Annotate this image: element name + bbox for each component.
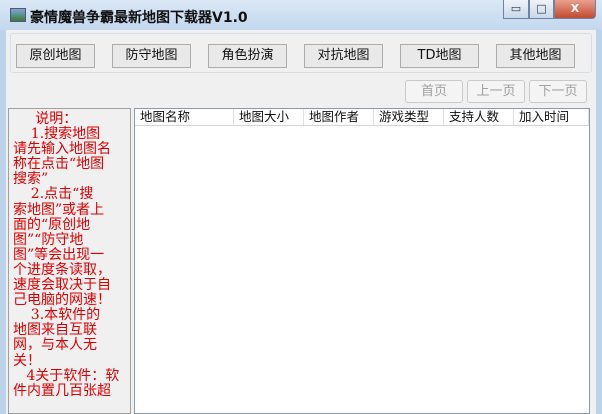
instruction-line: 个进度条读取， <box>13 261 111 278</box>
column-map-name[interactable]: 地图名称 <box>135 109 234 125</box>
instruction-line: 网，与本人无 <box>13 337 97 354</box>
instruction-line: 速度会取决于自 <box>13 277 111 294</box>
instruction-line: 图”等会出现一 <box>13 246 105 263</box>
instruction-line: 地图来自互联 <box>13 322 97 339</box>
instruction-line: 请先输入地图名 <box>13 141 111 158</box>
column-added-time[interactable]: 加入时间 <box>514 109 589 125</box>
category-rpg-button[interactable]: 角色扮演 <box>208 44 287 68</box>
column-players[interactable]: 支持人数 <box>444 109 514 125</box>
category-defense-button[interactable]: 防守地图 <box>112 44 191 68</box>
category-td-button[interactable]: TD地图 <box>400 44 479 68</box>
instruction-line: 面的“原创地 <box>13 216 91 233</box>
category-original-button[interactable]: 原创地图 <box>16 44 95 68</box>
app-icon <box>10 8 26 22</box>
prev-page-button[interactable]: 上一页 <box>467 80 525 103</box>
instruction-line: 件内置几百张超 <box>13 382 111 399</box>
next-page-button[interactable]: 下一页 <box>529 80 587 103</box>
client-area: 原创地图 防守地图 角色扮演 对抗地图 TD地图 其他地图 首页 上一页 下一页… <box>6 30 596 414</box>
instructions-textbox[interactable]: 说明： 1.搜索地图 请先输入地图名 称在点击“地图 搜索” 2.点击“搜 索地图”或者… <box>8 108 131 414</box>
column-map-author[interactable]: 地图作者 <box>304 109 374 125</box>
instruction-line: 搜索” <box>13 171 49 188</box>
instruction-line: 关！ <box>13 352 41 369</box>
map-list[interactable]: 地图名称 地图大小 地图作者 游戏类型 支持人数 加入时间 <box>134 108 590 414</box>
instruction-line: 图”“防守地 <box>13 231 84 248</box>
list-header: 地图名称 地图大小 地图作者 游戏类型 支持人数 加入时间 <box>135 109 589 126</box>
instruction-line: 说明： <box>13 111 78 127</box>
minimize-button[interactable]: ▭ <box>503 0 529 19</box>
category-other-button[interactable]: 其他地图 <box>496 44 575 68</box>
instruction-line: 2.点击“搜 <box>13 186 94 203</box>
instruction-line: 1.搜索地图 <box>13 126 101 143</box>
title-bar: 豪情魔兽争霸最新地图下载器V1.0 ▭ □ X <box>0 0 602 30</box>
instruction-line: 索地图”或者上 <box>13 201 105 218</box>
window-title: 豪情魔兽争霸最新地图下载器V1.0 <box>30 10 248 26</box>
close-button[interactable]: X <box>554 0 596 19</box>
column-game-type[interactable]: 游戏类型 <box>374 109 444 125</box>
first-page-button[interactable]: 首页 <box>405 80 463 103</box>
column-map-size[interactable]: 地图大小 <box>234 109 304 125</box>
instruction-line: 4关于软件：软 <box>13 367 120 384</box>
instruction-line: 己电脑的网速！ <box>13 292 111 309</box>
maximize-button[interactable]: □ <box>529 0 554 19</box>
category-versus-button[interactable]: 对抗地图 <box>304 44 383 68</box>
instruction-line: 3.本软件的 <box>13 307 101 324</box>
